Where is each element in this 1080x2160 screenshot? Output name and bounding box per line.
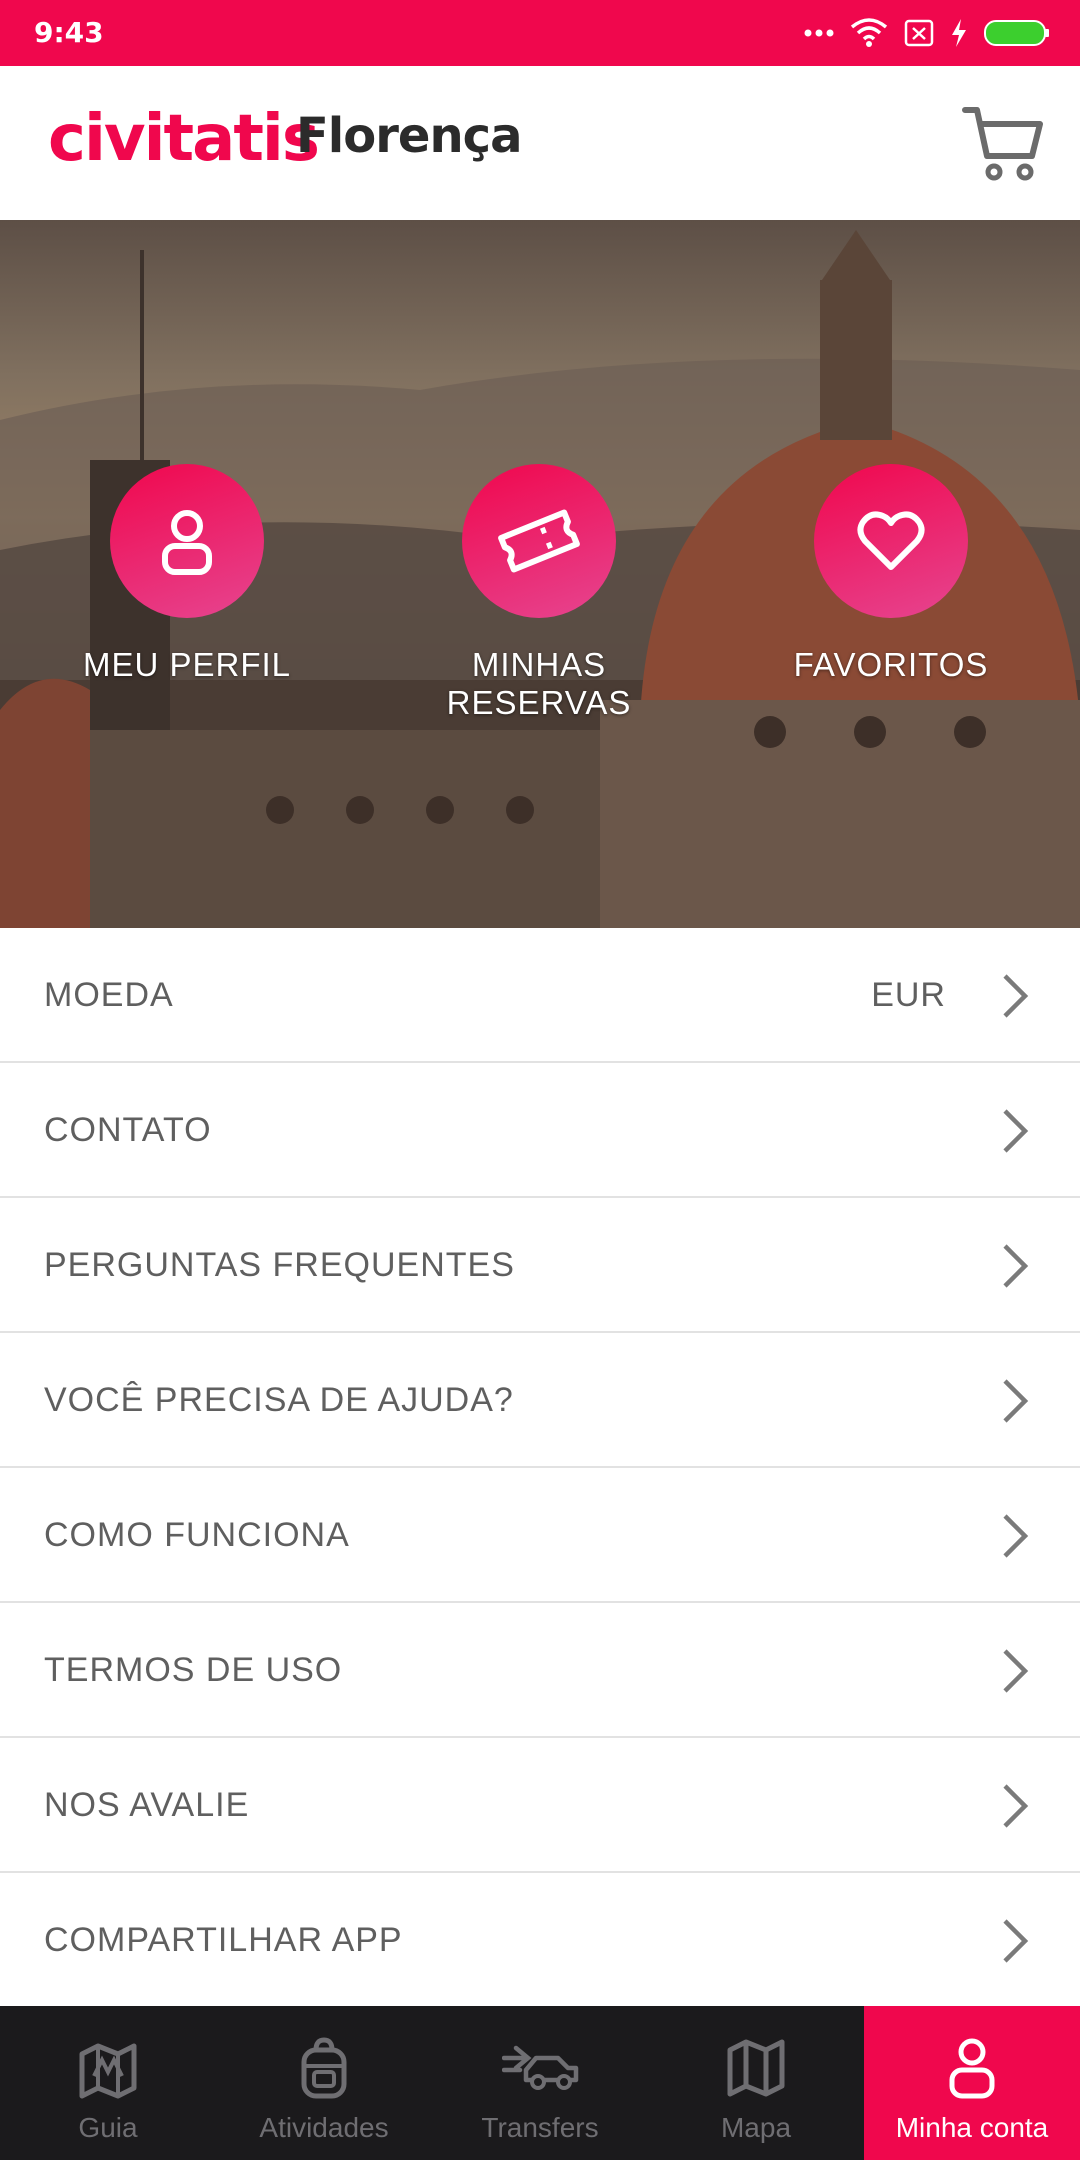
menu-item-how-it-works[interactable]: COMO FUNCIONA: [0, 1468, 1080, 1603]
menu-item-share-app[interactable]: COMPARTILHAR APP: [0, 1873, 1080, 2008]
chevron-right-icon: [1003, 974, 1029, 1018]
favorites-button[interactable]: FAVORITOS: [741, 464, 1041, 684]
person-icon: [949, 2038, 995, 2099]
nav-label: Atividades: [259, 2112, 389, 2143]
hero-banner: MEU PERFIL MINHAS RESERVAS FAVORITOS: [0, 220, 1080, 928]
chevron-right-icon: [1003, 1649, 1029, 1693]
chevron-right-icon: [1003, 1244, 1029, 1288]
chevron-right-icon: [1003, 1109, 1029, 1153]
settings-menu: MOEDA EUR CONTATO PERGUNTAS FREQUENTES V…: [0, 928, 1080, 2008]
nav-tab-map[interactable]: Mapa: [648, 2006, 864, 2160]
nav-tab-transfers[interactable]: Transfers: [432, 2006, 648, 2160]
nav-label: Transfers: [481, 2112, 599, 2143]
menu-item-label: COMO FUNCIONA: [44, 1516, 350, 1554]
nav-label: Guia: [78, 2112, 138, 2143]
more-dots-icon: [804, 29, 834, 37]
menu-item-help[interactable]: VOCÊ PRECISA DE AJUDA?: [0, 1333, 1080, 1468]
ticket-icon: [498, 509, 580, 573]
status-icons: [804, 14, 1050, 52]
map-icon: [727, 2039, 785, 2097]
my-profile-button[interactable]: MEU PERFIL: [37, 464, 337, 684]
nav-label: Minha conta: [895, 2112, 1049, 2143]
menu-item-label: CONTATO: [44, 1111, 212, 1149]
bookings-circle[interactable]: [462, 464, 616, 618]
menu-item-terms[interactable]: TERMOS DE USO: [0, 1603, 1080, 1738]
person-icon: [162, 510, 212, 575]
favorites-circle[interactable]: [814, 464, 968, 618]
menu-item-faq[interactable]: PERGUNTAS FREQUENTES: [0, 1198, 1080, 1333]
app-header: civitatis Florença: [0, 66, 1080, 220]
cart-icon[interactable]: [962, 102, 1044, 182]
my-bookings-button[interactable]: MINHAS RESERVAS: [389, 464, 689, 722]
menu-item-label: COMPARTILHAR APP: [44, 1921, 403, 1959]
menu-item-label: NOS AVALIE: [44, 1786, 250, 1824]
status-time: 9:43: [34, 16, 104, 49]
nav-tab-activities[interactable]: Atividades: [216, 2006, 432, 2160]
nav-tab-my-account[interactable]: Minha conta: [864, 2006, 1080, 2160]
chevron-right-icon: [1003, 1379, 1029, 1423]
menu-item-rate-us[interactable]: NOS AVALIE: [0, 1738, 1080, 1873]
menu-item-label: MOEDA: [44, 976, 174, 1014]
chevron-right-icon: [1003, 1784, 1029, 1828]
currency-value: EUR: [871, 976, 946, 1014]
bottom-nav: Guia Atividades Transfers Mapa Minha con…: [0, 2006, 1080, 2160]
backpack-icon: [301, 2037, 347, 2099]
battery-icon: [984, 20, 1049, 46]
sim-off-icon: [904, 19, 934, 47]
hero-label-profile: MEU PERFIL: [82, 646, 292, 683]
nav-label: Mapa: [720, 2112, 792, 2143]
car-icon: [502, 2045, 579, 2090]
heart-icon: [857, 511, 925, 570]
brand-logo[interactable]: civitatis: [48, 102, 320, 176]
charging-icon: [952, 19, 966, 47]
nav-tab-guide[interactable]: Guia: [0, 2006, 216, 2160]
profile-circle[interactable]: [110, 464, 264, 618]
menu-item-contact[interactable]: CONTATO: [0, 1063, 1080, 1198]
page-title: Florença: [296, 108, 522, 164]
chevron-right-icon: [1003, 1514, 1029, 1558]
hero-label-favorites: FAVORITOS: [793, 646, 989, 683]
map-pin-icon: [79, 2043, 137, 2099]
wifi-icon: [850, 18, 888, 47]
menu-item-label: PERGUNTAS FREQUENTES: [44, 1246, 515, 1284]
menu-item-label: TERMOS DE USO: [44, 1651, 343, 1689]
menu-item-label: VOCÊ PRECISA DE AJUDA?: [44, 1381, 514, 1419]
menu-item-currency[interactable]: MOEDA EUR: [0, 928, 1080, 1063]
hero-label-bookings: MINHAS RESERVAS: [446, 646, 632, 721]
status-bar: 9:43: [0, 0, 1080, 66]
chevron-right-icon: [1003, 1919, 1029, 1963]
